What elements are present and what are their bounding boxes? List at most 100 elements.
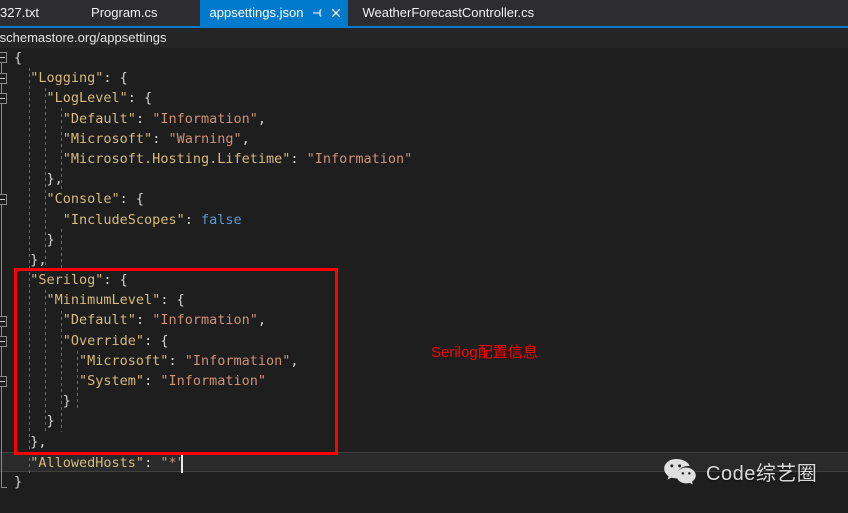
code-token-punct: } [14,473,23,490]
breadcrumb-path: .schemastore.org/appsettings [0,30,167,45]
fold-range-root [1,63,2,487]
code-token-punct: : [184,211,201,228]
text-caret [181,455,183,473]
code-token-punct: } [62,393,71,410]
tab-weatherforecastcontroller-cs[interactable]: WeatherForecastController.cs [352,0,545,26]
code-line[interactable]: "AllowedHosts": "*" [0,451,848,472]
code-line[interactable]: "Serilog": { [0,270,848,290]
fold-toggle-loglevel[interactable] [0,93,7,104]
fold-range-end-root [1,487,7,488]
indent-guide [61,108,62,190]
close-icon[interactable] [330,7,342,19]
code-line[interactable]: } [0,230,848,250]
indent-guide [45,290,46,432]
code-token-key: "MinimumLevel" [46,292,161,309]
code-token-punct: : [135,110,153,127]
code-line[interactable]: "Console": { [0,189,848,209]
fold-toggle-root[interactable] [0,52,7,63]
code-line[interactable]: } [0,411,848,431]
code-token-punct: : { [103,272,128,289]
tab-program-cs[interactable]: Program.cs [81,0,168,26]
fold-toggle-override[interactable] [0,376,7,387]
code-token-key: "IncludeScopes" [62,211,185,228]
code-token-str: "Information" [306,150,413,167]
code-line[interactable]: "Default": "Information", [0,310,848,330]
tab-label: 327.txt [0,5,40,20]
code-token-key: "Console" [46,191,120,208]
code-token-punct: : [152,130,169,147]
code-token-punct: : { [160,292,185,309]
code-line[interactable]: "IncludeScopes": false [0,210,848,230]
code-token-punct: : [135,312,153,329]
indent-guide [29,68,30,473]
vs-editor-window: 327.txt Program.cs appsettings.json Weat… [0,0,848,513]
code-token-key: "AllowedHosts" [30,454,145,471]
code-token-key: "Microsoft.Hosting.Lifetime" [62,150,291,167]
code-token-punct: } [46,231,55,248]
code-token-punct: : [168,352,185,369]
code-token-str: "Warning" [168,130,242,147]
code-token-punct: , [241,130,250,147]
tab-actions [311,7,342,19]
code-token-punct: : { [103,70,128,87]
code-token-punct: } [46,413,55,430]
code-line[interactable]: }, [0,169,848,189]
pin-icon[interactable] [311,7,323,19]
code-token-punct: : [290,150,307,167]
code-token-str: "Information" [184,352,291,369]
fold-toggle-console[interactable] [0,194,7,205]
fold-toggle-logging[interactable] [0,73,7,84]
code-line[interactable]: } [0,472,848,492]
code-line[interactable]: "Microsoft.Hosting.Lifetime": "Informati… [0,149,848,169]
code-token-key: "Default" [62,110,136,127]
code-line[interactable]: "MinimumLevel": { [0,290,848,310]
code-token-punct: : { [119,191,145,208]
code-lines-container[interactable]: { "Logging": { "LogLevel": { "Default": … [0,48,848,513]
code-token-punct: , [257,110,267,127]
code-line[interactable]: "Logging": { [0,68,848,88]
code-token-key: "Override" [62,332,145,349]
tab-label: appsettings.json [209,5,304,20]
code-line[interactable]: "Microsoft": "Warning", [0,129,848,149]
code-line[interactable]: }, [0,432,848,452]
annotation-label: Serilog配置信息 [431,344,538,361]
code-token-key: "Serilog" [30,272,104,289]
code-token-punct: { [14,50,23,66]
indent-guide [61,311,62,432]
tab-appsettings-json[interactable]: appsettings.json [199,0,349,26]
code-line[interactable]: "System": "Information" [0,371,848,391]
code-token-key: "LogLevel" [46,90,128,107]
code-token-key: "Default" [62,312,136,329]
indent-guide [77,351,78,411]
code-token-str: "Information" [152,110,258,127]
code-token-str: "Information" [152,312,258,329]
code-token-key: "System" [79,373,145,389]
code-token-punct: , [290,352,299,369]
fold-toggle-serilog[interactable] [0,316,7,327]
code-token-punct: : { [144,332,169,349]
code-token-punct: : [144,373,161,389]
code-editor[interactable]: { "Logging": { "LogLevel": { "Default": … [0,48,848,513]
tab-327-txt[interactable]: 327.txt [0,0,50,26]
fold-toggle-minlevel[interactable] [0,336,7,347]
indent-guide [45,88,46,270]
code-line[interactable]: { [0,48,848,68]
code-token-punct: : { [127,90,153,107]
code-line[interactable]: }, [0,250,848,270]
code-token-key: "Microsoft" [79,352,169,369]
code-token-key: "Microsoft" [62,130,153,147]
schema-breadcrumb-bar[interactable]: .schemastore.org/appsettings [0,28,848,48]
code-token-key: "Logging" [30,70,104,87]
code-token-punct: , [257,312,267,329]
code-line[interactable]: "Override": { [0,331,848,351]
code-line[interactable]: "Default": "Information", [0,109,848,129]
code-line[interactable]: "LogLevel": { [0,88,848,108]
code-token-punct: }, [30,433,47,450]
indent-guide [61,229,62,269]
editor-tab-strip: 327.txt Program.cs appsettings.json Weat… [0,0,848,26]
code-line[interactable]: } [0,391,848,411]
tab-label: Program.cs [91,5,158,20]
code-token-punct: : [144,454,161,471]
code-line[interactable]: "Microsoft": "Information", [0,351,848,371]
code-token-str: "Information" [160,373,266,389]
